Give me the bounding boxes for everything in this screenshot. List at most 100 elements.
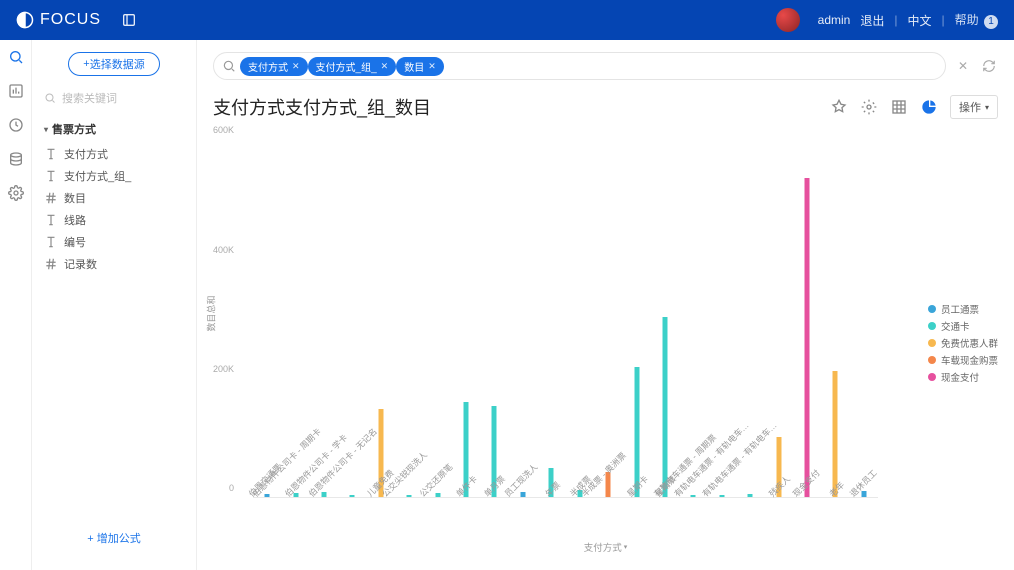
search-icon (44, 92, 56, 104)
number-field-icon (44, 191, 58, 205)
database-icon (8, 151, 24, 167)
text-field-icon (44, 213, 58, 227)
legend-item[interactable]: 现金支付 (928, 370, 998, 384)
bar-cluster[interactable] (350, 495, 355, 497)
pin-button[interactable] (828, 96, 850, 118)
home-link[interactable] (121, 12, 137, 28)
help-count-icon: 1 (984, 15, 998, 29)
refresh-button[interactable] (980, 57, 998, 75)
bar[interactable] (520, 492, 525, 497)
help-link[interactable]: 帮助 1 (955, 11, 998, 29)
search-icon (8, 49, 24, 65)
x-tick-label: 老年 (827, 479, 848, 500)
bar[interactable] (265, 494, 270, 497)
bar-cluster[interactable] (435, 493, 440, 497)
rail-history[interactable] (7, 116, 25, 134)
rail-search[interactable] (7, 48, 25, 66)
app-name: FOCUS (40, 11, 101, 29)
query-tag[interactable]: 支付方式 ✕ (240, 57, 308, 76)
bar[interactable] (662, 317, 667, 497)
legend-item[interactable]: 免费优惠人群 (928, 336, 998, 350)
sidebar-field[interactable]: 线路 (44, 209, 184, 231)
sidebar-field[interactable]: 记录数 (44, 253, 184, 275)
rail-data[interactable] (7, 150, 25, 168)
query-tag[interactable]: 数目 ✕ (396, 57, 444, 76)
bar[interactable] (407, 495, 412, 497)
bar[interactable] (350, 495, 355, 497)
rail-chart[interactable] (7, 82, 25, 100)
logout-link[interactable]: 退出 (860, 12, 884, 29)
text-field-icon (44, 235, 58, 249)
text-field-icon (44, 169, 58, 183)
sidebar-search[interactable]: 搜索关键词 (44, 90, 184, 107)
chart-legend: 员工通票交通卡免费优惠人群车载现金购票现金支付 (928, 299, 998, 387)
tag-remove-icon[interactable]: ✕ (381, 61, 389, 72)
bar-cluster[interactable] (691, 495, 696, 497)
chart-area: 0 200K 400K 600K 数目总和 伯恩交通票伯恩物件公司卡 - 周期卡… (213, 128, 998, 558)
bar-cluster[interactable] (265, 494, 270, 497)
username[interactable]: admin (818, 13, 851, 27)
bar[interactable] (435, 493, 440, 497)
config-button[interactable] (858, 96, 880, 118)
sidebar-field[interactable]: 数目 (44, 187, 184, 209)
avatar[interactable] (776, 8, 800, 32)
select-source-button[interactable]: + 选择数据源 (68, 52, 159, 76)
gear-icon (861, 99, 877, 115)
bar[interactable] (748, 494, 753, 497)
pie-icon (921, 99, 937, 115)
query-input[interactable]: 支付方式 ✕支付方式_组_ ✕数目 ✕ (213, 52, 946, 80)
legend-item[interactable]: 交通卡 (928, 319, 998, 333)
actions-dropdown[interactable]: 操作 (950, 95, 998, 119)
text-field-icon (44, 147, 58, 161)
logo-icon (16, 11, 34, 29)
add-formula-link[interactable]: + 增加公式 (44, 530, 184, 558)
sidebar-group-title[interactable]: 售票方式 (44, 121, 184, 137)
lang-toggle[interactable]: 中文 (908, 12, 932, 29)
table-view-button[interactable] (888, 96, 910, 118)
refresh-icon (982, 59, 996, 73)
legend-item[interactable]: 员工通票 (928, 302, 998, 316)
bar-cluster[interactable] (407, 495, 412, 497)
plot-area[interactable]: 伯恩交通票伯恩物件公司卡 - 周期卡伯恩物件公司卡 - 学卡伯恩物件公司卡 - … (253, 140, 878, 498)
header-right: admin 退出 | 中文 | 帮助 1 (776, 8, 998, 32)
bar[interactable] (833, 371, 838, 497)
pin-icon (831, 99, 847, 115)
bar-cluster[interactable] (520, 492, 525, 497)
legend-item[interactable]: 车载现金购票 (928, 353, 998, 367)
y-axis: 0 200K 400K 600K (239, 140, 240, 498)
chart-view-button[interactable] (918, 96, 940, 118)
sidebar-panel: + 选择数据源 搜索关键词 售票方式 支付方式支付方式_组_数目线路编号记录数 … (32, 40, 197, 570)
bar[interactable] (719, 495, 724, 497)
main-area: 支付方式 ✕支付方式_组_ ✕数目 ✕ ✕ 支付方式支付方式_组_数目 操作 0… (197, 40, 1014, 570)
sidebar-field[interactable]: 编号 (44, 231, 184, 253)
bar-cluster[interactable] (804, 178, 809, 497)
chart-icon (8, 83, 24, 99)
bar[interactable] (691, 495, 696, 497)
chart-title: 支付方式支付方式_组_数目 (213, 94, 820, 120)
app-logo[interactable]: FOCUS (16, 11, 101, 29)
x-tick-label: 年票 (543, 479, 564, 500)
x-axis-label[interactable]: 支付方式 (584, 540, 628, 554)
bar-cluster[interactable] (833, 371, 838, 497)
tag-remove-icon[interactable]: ✕ (428, 61, 436, 72)
clock-icon (8, 117, 24, 133)
app-header: FOCUS admin 退出 | 中文 | 帮助 1 (0, 0, 1014, 40)
query-tag[interactable]: 支付方式_组_ ✕ (308, 57, 397, 76)
rail-settings[interactable] (7, 184, 25, 202)
bar[interactable] (322, 492, 327, 497)
number-field-icon (44, 257, 58, 271)
sidebar-field[interactable]: 支付方式_组_ (44, 165, 184, 187)
bar-cluster[interactable] (322, 492, 327, 497)
sidebar-field[interactable]: 支付方式 (44, 143, 184, 165)
bar-cluster[interactable] (662, 317, 667, 497)
y-axis-label: 数目总和 (205, 295, 218, 331)
search-icon (222, 59, 236, 73)
bar[interactable] (804, 178, 809, 497)
left-rail (0, 40, 32, 570)
bar-cluster[interactable] (719, 495, 724, 497)
bar-cluster[interactable] (748, 494, 753, 497)
tag-remove-icon[interactable]: ✕ (292, 61, 300, 72)
gear-icon (8, 185, 24, 201)
clear-query-button[interactable]: ✕ (954, 57, 972, 75)
sidebar-field-list: 支付方式支付方式_组_数目线路编号记录数 (44, 143, 184, 275)
